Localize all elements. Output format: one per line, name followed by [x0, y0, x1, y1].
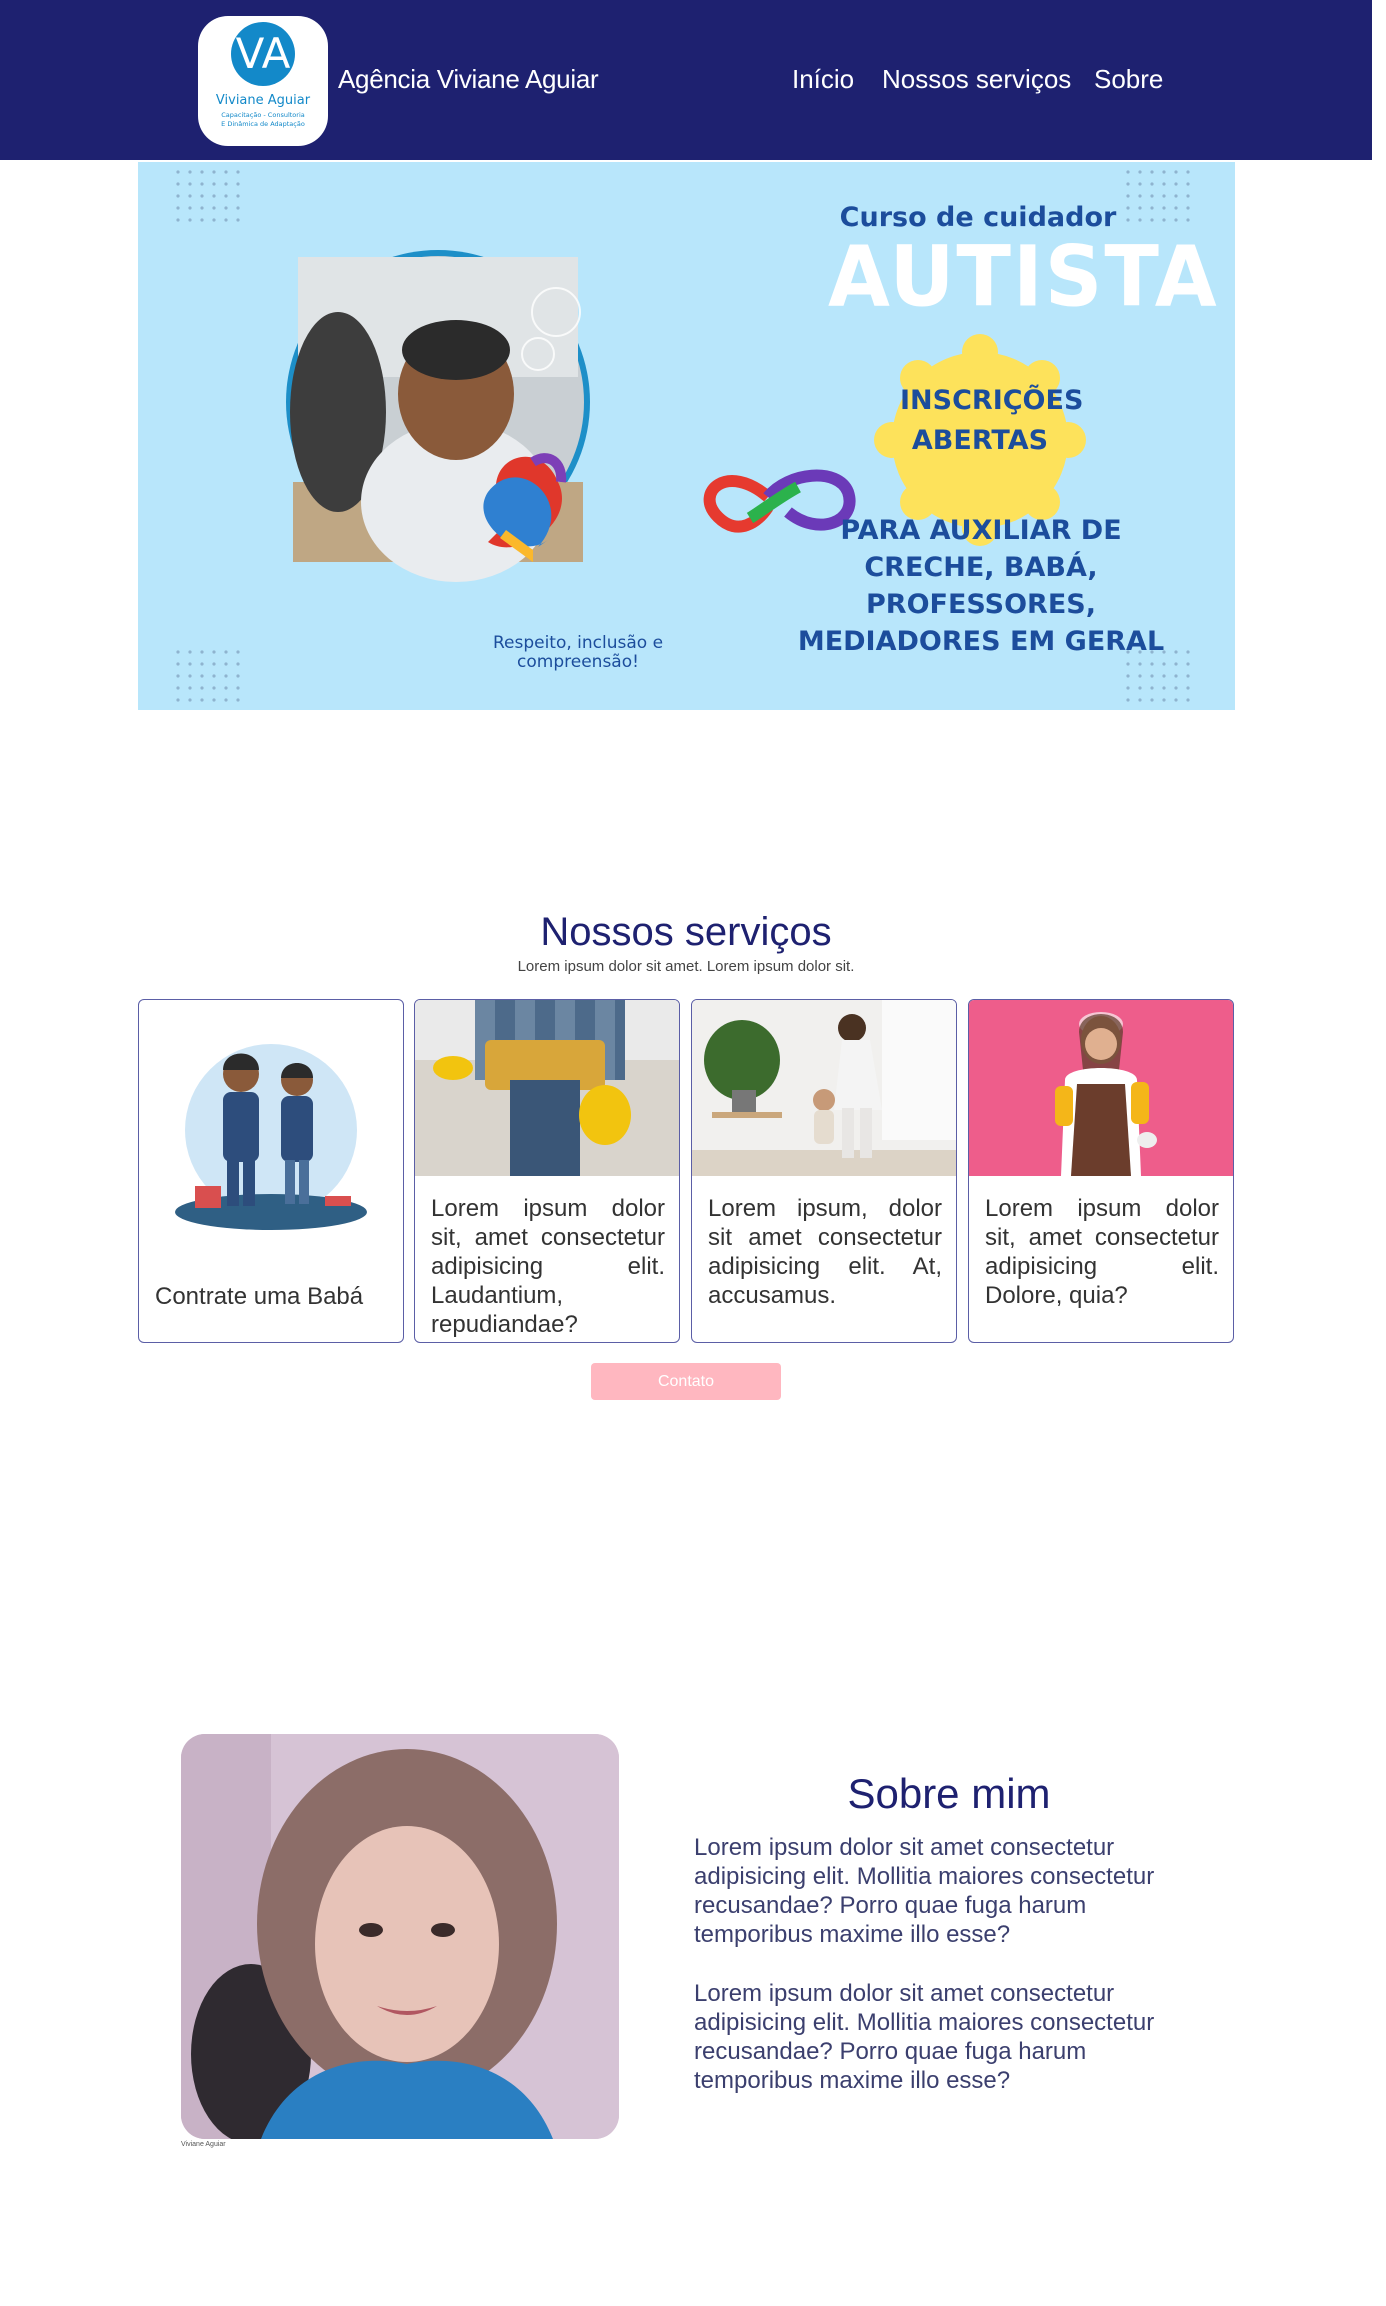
brand-name[interactable]: Agência Viviane Aguiar: [338, 64, 599, 95]
nav-servicos[interactable]: Nossos serviços: [882, 64, 1071, 95]
handyman-photo: [415, 1000, 679, 1176]
service-card-3[interactable]: Lorem ipsum, dolor sit amet consectetur …: [691, 999, 957, 1343]
about-paragraph: Lorem ipsum dolor sit amet consectetur a…: [694, 1980, 1155, 2094]
svg-text:Viviane Aguiar: Viviane Aguiar: [216, 93, 311, 108]
logo[interactable]: VA Viviane Aguiar Capacitação - Consulto…: [198, 16, 328, 146]
nanny-illustration: [175, 1044, 367, 1230]
profile-photo: [181, 1734, 619, 2139]
hero-banner: Curso de cuidador AUTISTA INSCRIÇÕES ABE…: [138, 162, 1235, 710]
services-title: Nossos serviços: [540, 910, 832, 954]
service-card-4[interactable]: Lorem ipsum dolor sit, amet consectetur …: [968, 999, 1234, 1343]
services-subtitle: Lorem ipsum dolor sit amet. Lorem ipsum …: [517, 958, 855, 975]
about-paragraph: Lorem ipsum dolor sit amet consectetur a…: [694, 1834, 1155, 1948]
about-title: Sobre mim: [847, 1770, 1051, 1817]
nav-sobre[interactable]: Sobre: [1094, 64, 1163, 95]
svg-text:E Dinâmica de Adaptação: E Dinâmica de Adaptação: [221, 120, 305, 128]
service-card-text: Contrate uma Babá: [155, 1283, 364, 1310]
svg-text:VA: VA: [236, 29, 291, 78]
hero-course-title: AUTISTA: [828, 227, 1219, 326]
nav-inicio[interactable]: Início: [792, 64, 854, 95]
service-card-text: Lorem ipsum dolor sit, amet consectetur …: [431, 1195, 665, 1338]
contact-button[interactable]: Contato: [591, 1363, 781, 1400]
hero-motto: Respeito, inclusão e compreensão!: [492, 633, 664, 672]
portrait-image: [181, 1734, 619, 2139]
service-card-text: Lorem ipsum dolor sit, amet consectetur …: [985, 1195, 1219, 1309]
cleaner-photo: [969, 1000, 1233, 1176]
service-card-2[interactable]: Lorem ipsum dolor sit, amet consectetur …: [414, 999, 680, 1343]
childcare-photo: [692, 1000, 956, 1176]
hero-audience: PARA AUXILIAR DE CRECHE, BABÁ, PROFESSOR…: [797, 515, 1165, 657]
hero-badge-text: INSCRIÇÕES ABERTAS: [900, 385, 1084, 456]
logo-mark-icon: VA Viviane Aguiar Capacitação - Consulto…: [216, 22, 311, 128]
svg-text:Capacitação - Consultoria: Capacitação - Consultoria: [221, 111, 305, 119]
top-navbar: VA Viviane Aguiar Capacitação - Consulto…: [0, 0, 1372, 160]
service-card-baba[interactable]: Contrate uma Babá: [138, 999, 404, 1343]
service-card-text: Lorem ipsum, dolor sit amet consectetur …: [708, 1195, 942, 1309]
photo-caption: Viviane Aguiar: [181, 2141, 226, 2148]
